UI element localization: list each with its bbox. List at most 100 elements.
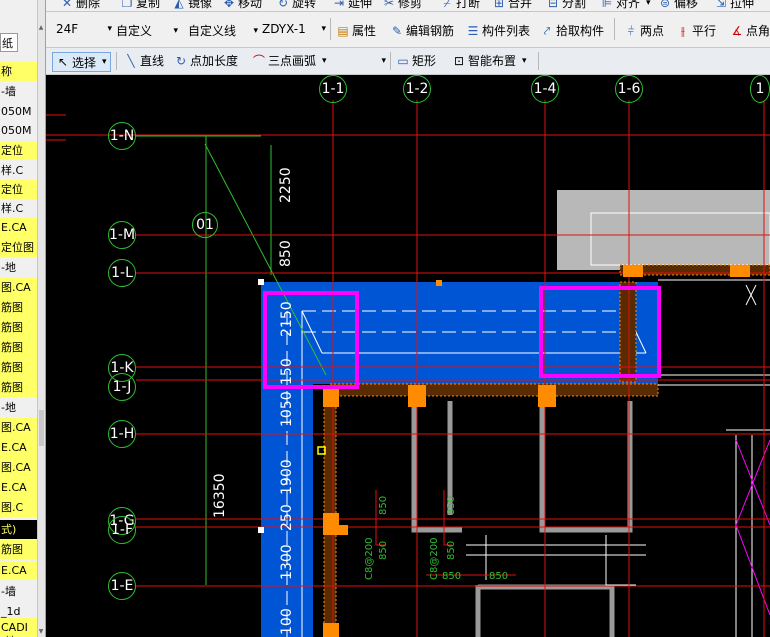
axis-bubble-left[interactable]: 1-J [108,373,136,401]
axis-bubble-top[interactable]: 1 [750,75,770,103]
panel-scrollbar[interactable]: ▲ ▼ [37,0,45,637]
axis-bubble-top[interactable]: 1-1 [319,75,347,103]
move-button[interactable]: ✥ 移动 [222,0,262,11]
trim-button[interactable]: ✂ 修剪 [382,0,422,11]
panel-tab[interactable]: 纸 [0,33,18,52]
point-length-button[interactable]: ↻ 点加长度 [174,52,238,69]
parallel-icon: ⫲ [681,23,685,38]
file-list-item[interactable]: 筋图 [0,540,38,559]
break-button[interactable]: ⌿ 打断 [440,0,480,11]
drawing-canvas[interactable]: 1-1 1-2 1-4 1-6 1 1-N 1-M 1-L 1-K 1-J 1-… [46,75,770,637]
file-list-item[interactable]: 样.C [0,199,38,218]
file-list-item[interactable]: -地 [0,258,38,277]
file-list-item[interactable]: E.CA [0,438,38,457]
mirror-icon: ◭ [174,0,184,10]
chevron-down-icon: ▾ [322,55,327,66]
file-list-item[interactable]: 050M [0,102,38,121]
break-icon: ⌿ [443,0,451,10]
separator [116,52,117,70]
rectangle-icon: ▭ [397,53,409,68]
delete-button[interactable]: ✕ 删除 [60,0,100,11]
separator [390,52,391,70]
drawing-file-list[interactable]: 纸 称 -墙 050M 050M 定位 样.C 定位 样.C E.CA 定位图 -地 图.CA 筋图 筋图… [0,0,46,637]
copy-icon: ❐ [121,0,133,10]
align-button[interactable]: ⊫ 对齐 ▾ [600,0,651,11]
dimension-text: 1300 [279,544,295,580]
stretch-button[interactable]: ⇲ 拉伸 [714,0,754,11]
file-list-item[interactable]: -墙 [0,82,38,101]
axis-bubble-left[interactable]: 1-N [108,122,136,150]
file-list-item[interactable]: 050M [0,121,38,140]
rotate-icon: ↻ [277,0,289,10]
parallel-button[interactable]: ⫲ 平行 [676,22,716,39]
pick-component-button[interactable]: ⤤ 拾取构件 [540,22,604,39]
scroll-down-icon[interactable]: ▼ [37,628,45,636]
file-list-item[interactable]: 图.CA [0,418,38,437]
draw-toolbar: ↖ 选择 ▾ ╲ 直线 ↻ 点加长度 ⌒ 三点画弧 ▾ ▾ ▭ 矩形 ⊡ 智能布置 ▾ [46,48,770,75]
file-list-item[interactable]: E.CA [0,478,38,497]
scroll-thumb[interactable] [39,410,44,446]
component-list-button[interactable]: ☰ 构件列表 [466,22,530,39]
copy-button[interactable]: ❐ 复制 [120,0,160,11]
axis-bubble-top[interactable]: 1-2 [403,75,431,103]
three-point-arc-button[interactable]: ⌒ 三点画弧 ▾ ▾ [252,52,386,69]
dimension-text: 850 [278,240,294,267]
properties-button[interactable]: ▤ 属性 [336,22,376,39]
file-list-item[interactable]: 图.CA [0,458,38,477]
plan-drawing[interactable] [46,75,770,637]
file-list-item[interactable]: 式) [0,520,38,539]
file-list-item[interactable]: 图.CA [0,278,38,297]
file-list-item[interactable]: 筋图 [0,378,38,397]
angle-icon: ∡ [731,23,743,38]
file-list-item[interactable]: 定位 [0,141,38,160]
axis-bubble-left[interactable]: 1-M [108,221,136,249]
smart-layout-button[interactable]: ⊡ 智能布置 ▾ [452,52,527,69]
scroll-up-icon[interactable]: ▲ [37,24,45,32]
merge-button[interactable]: ⊞ 合并 [492,0,532,11]
move-icon: ✥ [223,0,235,10]
file-list-item[interactable]: -地 [0,398,38,417]
element-type-select[interactable]: 自定义线 ▾ [188,22,258,39]
line-button[interactable]: ╲ 直线 [124,52,164,69]
gray-region [557,190,770,270]
select-button[interactable]: ↖ 选择 ▾ [52,52,111,72]
category-select[interactable]: 自定义 ▾ [116,22,178,39]
axis-bubble-left[interactable]: 1-E [108,572,136,600]
file-list-item[interactable]: 样.C [0,161,38,180]
axis-bubble-top[interactable]: 1-4 [531,75,559,103]
grip-handle[interactable] [258,527,264,533]
chevron-down-icon: ▾ [102,57,107,67]
point-angle-button[interactable]: ∡ 点角 [730,22,770,39]
grip-handle[interactable] [436,280,442,286]
grip-handle[interactable] [258,279,264,285]
mirror-button[interactable]: ◭ 镜像 [172,0,212,11]
file-list-item[interactable]: E.CA [0,561,38,580]
file-list-item[interactable]: -地 [0,632,38,637]
floor-select[interactable]: 24F ▾ [56,22,112,36]
file-list-item[interactable]: 称 [0,62,38,81]
split-button[interactable]: ⊟ 分割 [546,0,586,11]
file-list-item[interactable]: 筋图 [0,298,38,317]
file-list-item[interactable]: -墙 [0,582,38,601]
small-dimension: 850 [446,495,457,515]
element-name-select[interactable]: ZDYX-1 ▾ [262,22,326,36]
file-list-item[interactable]: 筋图 [0,358,38,377]
file-list-item[interactable]: 筋图 [0,318,38,337]
two-point-button[interactable]: ⫩ 两点 [624,22,664,39]
slab-horizontal[interactable] [261,282,658,384]
axis-bubble-top[interactable]: 1-6 [615,75,643,103]
section-tag[interactable]: 01 [192,212,218,238]
axis-bubble-left[interactable]: 1-F [108,516,136,544]
edit-rebar-button[interactable]: ✎ 编辑钢筋 [390,22,454,39]
axis-bubble-left[interactable]: 1-L [108,259,136,287]
file-list-item[interactable]: 筋图 [0,338,38,357]
extend-button[interactable]: ⇥ 延伸 [332,0,372,11]
file-list-item[interactable]: E.CA [0,218,38,237]
axis-bubble-left[interactable]: 1-H [108,420,136,448]
offset-button[interactable]: ⊜ 偏移 [658,0,698,11]
file-list-item[interactable]: 图.C [0,498,38,517]
rectangle-button[interactable]: ▭ 矩形 [396,52,436,69]
file-list-item[interactable]: 定位图 [0,238,38,257]
rotate-button[interactable]: ↻ 旋转 [276,0,316,11]
file-list-item[interactable]: 定位 [0,180,38,199]
